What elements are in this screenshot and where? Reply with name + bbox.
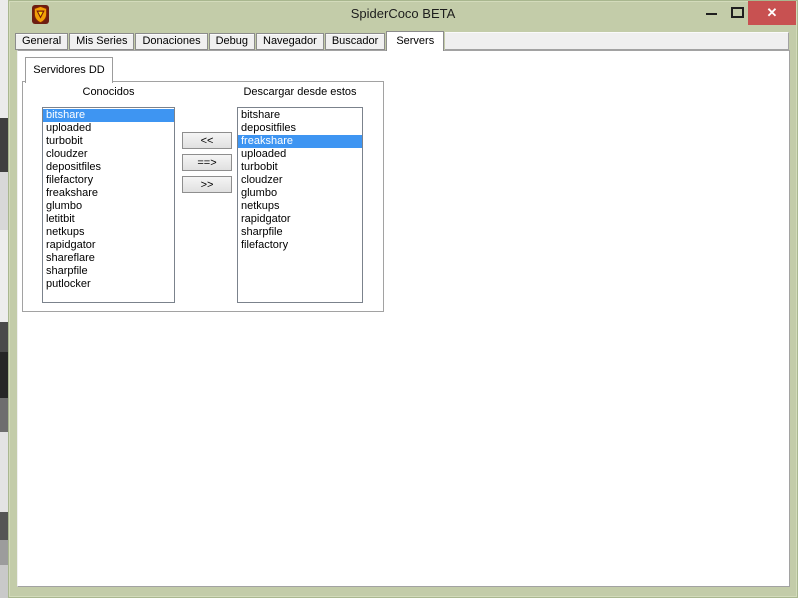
desktop-background-strip [0, 0, 8, 598]
list-item-putlocker[interactable]: putlocker [43, 278, 174, 291]
download-servers-listbox[interactable]: bitshare depositfiles freakshare uploaded tu… [237, 107, 363, 303]
list-item-shareflare[interactable]: shareflare [43, 252, 174, 265]
list-item-glumbo[interactable]: glumbo [238, 187, 362, 200]
list-item-sharpfile[interactable]: sharpfile [43, 265, 174, 278]
servers-tab-page: Servidores DD Conocidos Descargar desde … [17, 50, 790, 587]
move-to-known-button[interactable]: << [182, 132, 232, 149]
close-button[interactable]: ✕ [748, 1, 796, 25]
close-icon: ✕ [766, 5, 778, 20]
list-item-filefactory[interactable]: filefactory [238, 239, 362, 252]
list-item-netkups[interactable]: netkups [43, 226, 174, 239]
tab-mis-series[interactable]: Mis Series [69, 33, 135, 50]
tab-servers[interactable]: Servers [386, 31, 445, 51]
list-item-rapidgator[interactable]: rapidgator [238, 213, 362, 226]
window-title: SpiderCoco BETA [350, 6, 456, 21]
tab-strip: General Mis Series Donaciones Debug Navegado… [15, 30, 789, 51]
list-item-cloudzer[interactable]: cloudzer [43, 148, 174, 161]
title-bar[interactable]: SpiderCoco BETA ✕ [8, 0, 798, 28]
list-item-filefactory[interactable]: filefactory [43, 174, 174, 187]
list-item-netkups[interactable]: netkups [238, 200, 362, 213]
known-servers-listbox[interactable]: bitshare uploaded turbobit cloudzer depositf… [42, 107, 175, 303]
list-item-bitshare[interactable]: bitshare [43, 109, 174, 122]
move-to-download-button[interactable]: >> [182, 176, 232, 193]
servidores-dd-page: Conocidos Descargar desde estos bitshare… [22, 81, 384, 312]
list-item-sharpfile[interactable]: sharpfile [238, 226, 362, 239]
app-window: SpiderCoco BETA ✕ General Mis Series Donac… [8, 0, 798, 598]
list-item-depositfiles[interactable]: depositfiles [43, 161, 174, 174]
list-item-depositfiles[interactable]: depositfiles [238, 122, 362, 135]
maximize-icon [731, 7, 744, 18]
list-item-freakshare[interactable]: freakshare [43, 187, 174, 200]
list-item-turbobit[interactable]: turbobit [43, 135, 174, 148]
list-item-uploaded[interactable]: uploaded [238, 148, 362, 161]
tab-donaciones[interactable]: Donaciones [135, 33, 208, 50]
list-item-glumbo[interactable]: glumbo [43, 200, 174, 213]
list-item-rapidgator[interactable]: rapidgator [43, 239, 174, 252]
known-servers-label: Conocidos [82, 86, 135, 98]
tab-buscador[interactable]: Buscador [324, 33, 386, 50]
list-item-bitshare[interactable]: bitshare [238, 109, 362, 122]
minimize-icon [706, 13, 717, 15]
transfer-buttons-column: << ==> >> [182, 132, 232, 193]
move-all-to-download-button[interactable]: ==> [182, 154, 232, 171]
tab-general[interactable]: General [15, 33, 69, 50]
list-item-cloudzer[interactable]: cloudzer [238, 174, 362, 187]
list-item-uploaded[interactable]: uploaded [43, 122, 174, 135]
download-servers-label: Descargar desde estos [243, 86, 357, 98]
tab-strip-filler [445, 32, 789, 50]
list-item-letitbit[interactable]: letitbit [43, 213, 174, 226]
list-item-turbobit[interactable]: turbobit [238, 161, 362, 174]
minimize-button[interactable] [700, 4, 724, 22]
tab-debug[interactable]: Debug [208, 33, 255, 50]
list-item-freakshare[interactable]: freakshare [238, 135, 362, 148]
tab-navegador[interactable]: Navegador [256, 33, 324, 50]
maximize-button[interactable] [726, 3, 750, 22]
subtab-servidores-dd[interactable]: Servidores DD [25, 57, 113, 83]
